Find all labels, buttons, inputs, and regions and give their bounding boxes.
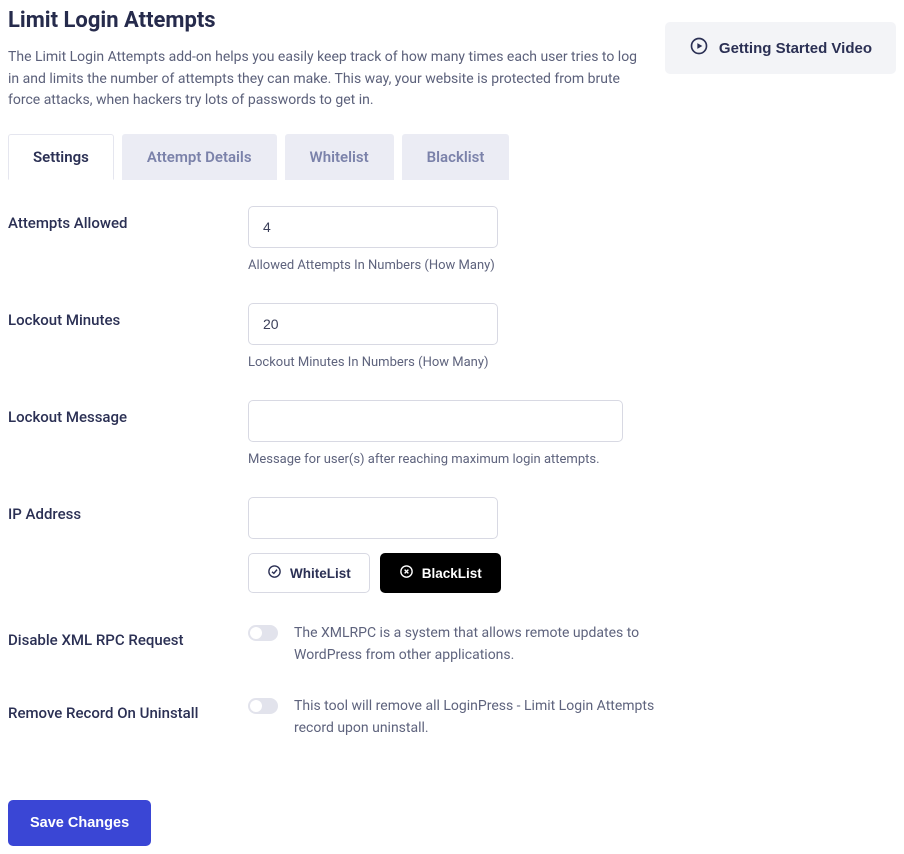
disable-xml-rpc-label: Disable XML RPC Request <box>8 623 248 649</box>
x-circle-icon <box>399 564 414 582</box>
blacklist-button-label: BlackList <box>422 566 482 581</box>
save-changes-button[interactable]: Save Changes <box>8 800 151 846</box>
video-button-label: Getting Started Video <box>719 40 872 57</box>
ip-address-input[interactable] <box>248 497 498 539</box>
page-title: Limit Login Attempts <box>8 8 645 33</box>
whitelist-button[interactable]: WhiteList <box>248 553 370 593</box>
remove-record-label: Remove Record On Uninstall <box>8 696 248 722</box>
attempts-allowed-input[interactable] <box>248 206 498 248</box>
lockout-message-hint: Message for user(s) after reaching maxim… <box>248 452 896 467</box>
tab-blacklist[interactable]: Blacklist <box>402 134 510 180</box>
lockout-minutes-label: Lockout Minutes <box>8 303 248 329</box>
remove-record-desc: This tool will remove all LoginPress - L… <box>294 696 664 739</box>
lockout-minutes-input[interactable] <box>248 303 498 345</box>
attempts-allowed-hint: Allowed Attempts In Numbers (How Many) <box>248 258 896 273</box>
lockout-minutes-hint: Lockout Minutes In Numbers (How Many) <box>248 355 896 370</box>
tabs: Settings Attempt Details Whitelist Black… <box>8 134 896 180</box>
ip-address-label: IP Address <box>8 497 248 523</box>
blacklist-button[interactable]: BlackList <box>380 553 501 593</box>
getting-started-video-button[interactable]: Getting Started Video <box>665 22 896 74</box>
disable-xml-rpc-desc: The XMLRPC is a system that allows remot… <box>294 623 664 666</box>
play-circle-icon <box>689 36 709 60</box>
tab-whitelist[interactable]: Whitelist <box>285 134 394 180</box>
check-circle-icon <box>267 564 282 582</box>
disable-xml-rpc-toggle[interactable] <box>248 625 278 641</box>
lockout-message-input[interactable] <box>248 400 623 442</box>
lockout-message-label: Lockout Message <box>8 400 248 426</box>
whitelist-button-label: WhiteList <box>290 566 351 581</box>
tab-attempt-details[interactable]: Attempt Details <box>122 134 277 180</box>
tab-settings[interactable]: Settings <box>8 134 114 180</box>
remove-record-toggle[interactable] <box>248 698 278 714</box>
page-description: The Limit Login Attempts add-on helps yo… <box>8 47 645 112</box>
attempts-allowed-label: Attempts Allowed <box>8 206 248 232</box>
